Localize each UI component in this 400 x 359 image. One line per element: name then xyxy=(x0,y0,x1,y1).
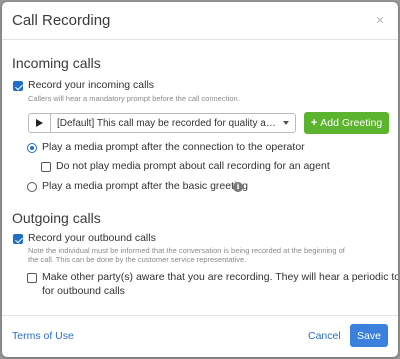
info-icon[interactable]: i xyxy=(233,182,243,192)
periodic-tone-label-line2[interactable]: for outbound calls xyxy=(42,285,125,297)
periodic-tone-label-line1[interactable]: Make other party(s) aware that you are r… xyxy=(42,271,398,283)
play-greeting-button[interactable] xyxy=(28,113,50,133)
greeting-select-value: [Default] This call may be recorded for … xyxy=(57,117,279,129)
cancel-button[interactable]: Cancel xyxy=(308,330,341,342)
prompt-after-connection-label[interactable]: Play a media prompt after the connection… xyxy=(42,141,305,153)
call-recording-dialog: Call Recording × Incoming calls Record y… xyxy=(2,2,398,357)
no-agent-prompt-checkbox[interactable] xyxy=(41,162,51,172)
add-greeting-button[interactable]: + Add Greeting xyxy=(304,112,389,134)
prompt-after-greeting-label[interactable]: Play a media prompt after the basic gree… xyxy=(42,180,248,192)
record-outbound-hint-line2: the call. This can be done by the custom… xyxy=(28,255,247,264)
outgoing-calls-heading: Outgoing calls xyxy=(12,210,101,226)
greeting-select[interactable]: [Default] This call may be recorded for … xyxy=(50,113,296,133)
record-incoming-hint: Callers will hear a mandatory prompt bef… xyxy=(28,94,240,103)
incoming-calls-heading: Incoming calls xyxy=(12,55,101,71)
record-outbound-label[interactable]: Record your outbound calls xyxy=(28,232,156,244)
dialog-header: Call Recording × xyxy=(2,2,398,40)
prompt-after-greeting-radio[interactable] xyxy=(27,182,37,192)
dialog-footer: Terms of Use Cancel Save xyxy=(2,315,398,357)
terms-of-use-link[interactable]: Terms of Use xyxy=(12,330,74,342)
no-agent-prompt-label[interactable]: Do not play media prompt about call reco… xyxy=(56,160,330,172)
chevron-down-icon xyxy=(283,121,289,125)
close-icon[interactable]: × xyxy=(372,12,388,29)
add-greeting-label: Add Greeting xyxy=(320,117,383,129)
save-button-label: Save xyxy=(357,329,381,342)
save-button[interactable]: Save xyxy=(350,324,388,347)
record-incoming-label[interactable]: Record your incoming calls xyxy=(28,79,154,91)
record-outbound-checkbox[interactable] xyxy=(13,234,23,244)
dialog-title: Call Recording xyxy=(12,12,111,29)
record-incoming-checkbox[interactable] xyxy=(13,81,23,91)
play-icon xyxy=(36,119,43,127)
plus-icon: + xyxy=(310,117,318,129)
prompt-after-connection-radio[interactable] xyxy=(27,143,37,153)
periodic-tone-checkbox[interactable] xyxy=(27,273,37,283)
